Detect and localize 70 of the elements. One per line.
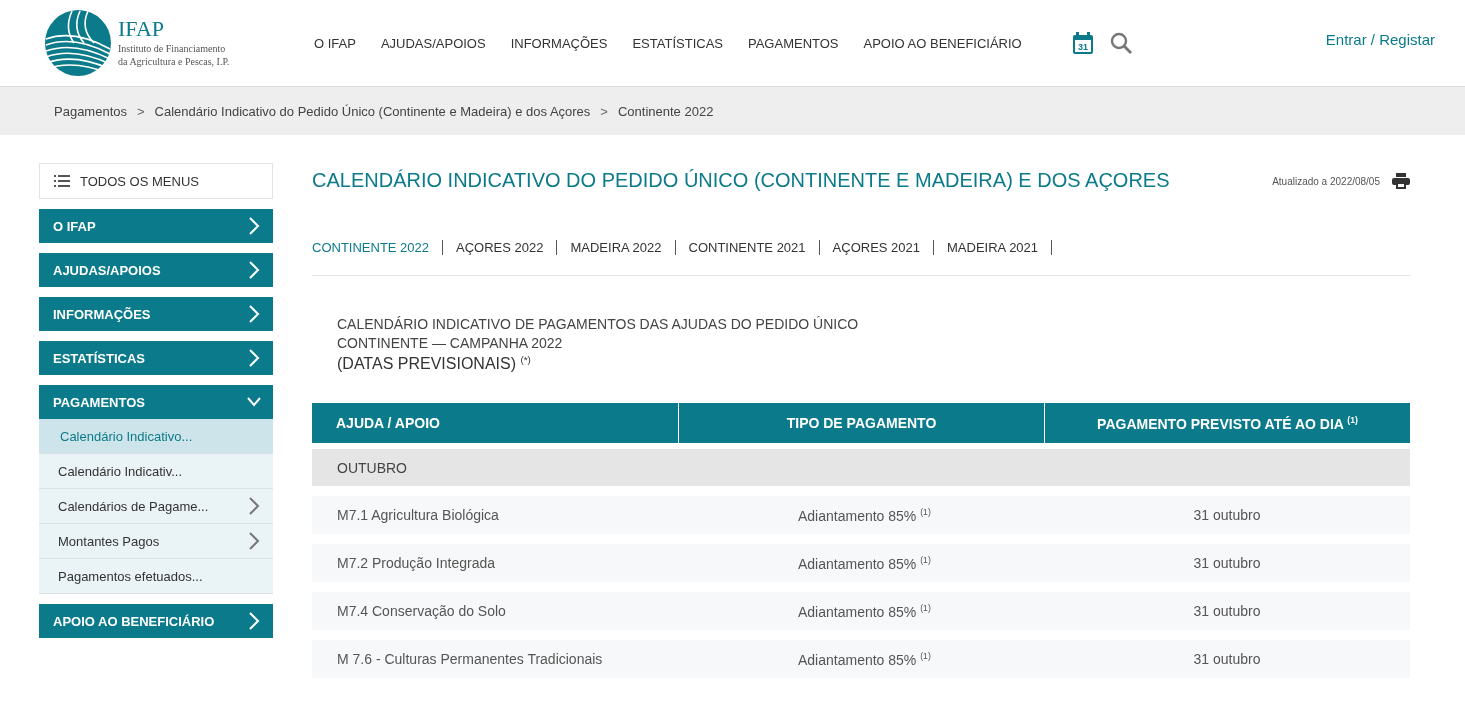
sidebar-item[interactable]: Montantes Pagos (39, 524, 273, 559)
table-cell-text: M7.4 Conservação do Solo (336, 603, 507, 620)
menu-icon (54, 175, 70, 187)
sidebar-section[interactable]: INFORMAÇÕES (39, 297, 273, 331)
chevron-right-icon (247, 349, 261, 367)
sidebar-item-label: Calendário Indicativo... (60, 428, 193, 444)
logo-icon (44, 9, 112, 77)
table-cell-text: 31 outubro (1192, 555, 1262, 572)
heading-note: (DATAS PREVISIONAIS) $^{(*)}$ (337, 354, 532, 374)
table-cell-text: Adiantamento 85% $^{(1)}$ (797, 555, 932, 572)
logo-name: IFAP (118, 17, 166, 42)
updated-date: Atualizado a 2022/08/05 (1272, 175, 1380, 187)
login-link[interactable]: Entrar / Registar (1325, 30, 1435, 48)
chevron-right-icon (247, 305, 261, 323)
search-icon[interactable] (1109, 32, 1132, 54)
logo-subtitle: da Agricultura e Pescas, I.P. (118, 55, 230, 69)
year-tab[interactable]: CONTINENTE 2021 (675, 240, 820, 255)
sidebar-section[interactable]: ESTATÍSTICAS (39, 341, 273, 375)
chevron-right-icon (247, 612, 261, 630)
column-header: PAGAMENTO PREVISTO ATÉ AO DIA $^{(1)}$ (1044, 403, 1410, 444)
table-cell-text: Adiantamento 85% $^{(1)}$ (797, 651, 932, 668)
sidebar-section[interactable]: PAGAMENTOS (39, 385, 273, 419)
breadcrumb-link[interactable]: Pagamentos (54, 103, 127, 119)
column-header: TIPO DE PAGAMENTO (678, 403, 1044, 444)
sidebar-item-label: Calendários de Pagame... (58, 498, 209, 514)
year-tab[interactable]: MADEIRA 2021 (934, 240, 1053, 255)
sidebar-item-label: Calendário Indicativ... (58, 463, 183, 479)
all-menus-button[interactable]: TODOS OS MENUS (39, 163, 273, 199)
chevron-right-icon (247, 497, 261, 515)
year-tab[interactable]: AÇORES 2022 (443, 240, 558, 255)
sidebar-item-label: Montantes Pagos (58, 533, 160, 549)
table-cell-text: 31 outubro (1192, 507, 1262, 524)
table-cell-text: Adiantamento 85% $^{(1)}$ (797, 603, 932, 620)
table-heading: CONTINENTE — CAMPANHA 2022 (337, 335, 564, 351)
nav-link[interactable]: ESTATÍSTICAS (632, 35, 723, 51)
print-icon[interactable] (1392, 173, 1410, 189)
sidebar-section[interactable]: APOIO AO BENEFICIÁRIO (39, 604, 273, 638)
table-cell-text: M7.1 Agricultura Biológica (336, 507, 500, 524)
nav-link[interactable]: APOIO AO BENEFICIÁRIO (863, 35, 1022, 51)
sidebar-item[interactable]: Calendário Indicativo... (39, 419, 273, 454)
chevron-right-icon (247, 217, 261, 235)
table-heading: CALENDÁRIO INDICATIVO DE PAGAMENTOS DAS AJUDAS DO PEDIDO ÚNICO (337, 316, 860, 332)
chevron-right-icon (247, 532, 261, 550)
logo-subtitle: Instituto de Financiamento (118, 41, 227, 56)
table-cell-text: Adiantamento 85% $^{(1)}$ (797, 507, 932, 524)
column-header: AJUDA / APOIO (335, 414, 441, 434)
nav-link[interactable]: AJUDAS/APOIOS (380, 35, 486, 51)
breadcrumb-separator: > (137, 103, 145, 119)
sidebar-section[interactable]: O IFAP (39, 209, 273, 243)
breadcrumb-link[interactable]: Calendário Indicativo do Pedido Único (Continente e Madeira) e dos Açores (154, 103, 591, 119)
year-tab[interactable]: AÇORES 2021 (819, 240, 934, 255)
sidebar-item-label: Pagamentos efetuados... (58, 568, 203, 584)
table-cell-text: 31 outubro (1192, 651, 1262, 668)
table-cell-text: M 7.6 - Culturas Permanentes Tradicionais (336, 651, 604, 668)
chevron-right-icon (247, 261, 261, 279)
sidebar-item[interactable]: Pagamentos efetuados... (39, 559, 273, 594)
nav-link[interactable]: O IFAP (314, 35, 356, 51)
nav-link[interactable]: PAGAMENTOS (748, 35, 839, 51)
table-cell-text: M7.2 Produção Integrada (336, 555, 496, 572)
sidebar-item[interactable]: Calendário Indicativ... (39, 454, 273, 489)
page-title: CALENDÁRIO INDICATIVO DO PEDIDO ÚNICO (CONTINENTE E MADEIRA) E DOS AÇORES (312, 169, 1170, 192)
year-tab[interactable]: MADEIRA 2022 (557, 240, 676, 255)
table-cell-text: 31 outubro (1192, 603, 1262, 620)
sidebar-item[interactable]: Calendários de Pagame... (39, 489, 273, 524)
sidebar-section[interactable]: AJUDAS/APOIOS (39, 253, 273, 287)
year-tab[interactable]: CONTINENTE 2022 (312, 240, 444, 255)
month-row: OUTUBRO (312, 449, 1410, 487)
breadcrumb-separator: > (600, 103, 608, 119)
nav-link[interactable]: INFORMAÇÕES (510, 35, 608, 51)
breadcrumb-link[interactable]: Continente 2022 (617, 103, 714, 119)
